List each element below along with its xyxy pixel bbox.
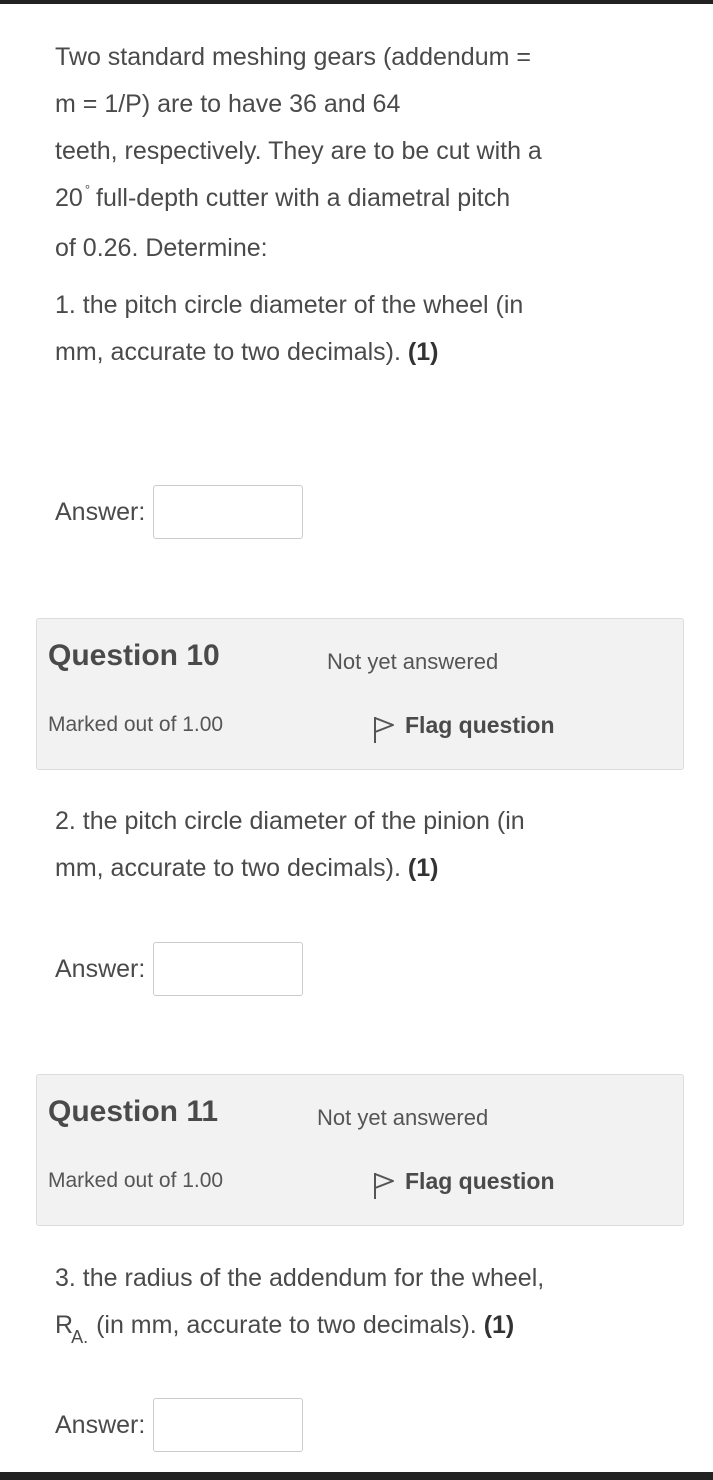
marks-value: (1) — [407, 854, 439, 882]
part-text-line: (in mm, accurate to two decimals). — [96, 1311, 477, 1339]
intro-line: 20 ° full-depth cutter with a diametral pi… — [55, 175, 670, 225]
variable-subscript: A. — [71, 1327, 89, 1347]
marks-value: (1) — [407, 338, 439, 366]
answer-label: Answer: — [55, 1410, 146, 1439]
flag-question-label: Flag question — [405, 1167, 555, 1194]
question-grade: Marked out of 1.00 — [48, 1169, 224, 1192]
part-text: mm, accurate to two decimals). (1) — [55, 329, 670, 376]
answer-input-2[interactable] — [153, 942, 304, 996]
question-part-3: 3. the radius of the addendum for the wh… — [55, 1255, 670, 1351]
intro-line: of 0.26. Determine: — [55, 234, 268, 262]
question-info-11: Question 11 Not yet answered Marked out … — [36, 1074, 684, 1226]
answer-label: Answer: — [55, 497, 146, 526]
intro-line: m = 1/P) are to have 36 and 64 — [55, 90, 401, 118]
question-state: Not yet answered — [317, 1105, 489, 1130]
flag-question-label: Flag question — [405, 711, 555, 738]
answer-row-2: Answer: — [55, 941, 304, 997]
question-part-1: 1. the pitch circle diameter of the whee… — [55, 282, 670, 376]
question-number: Question 10 — [48, 639, 220, 672]
question-intro: Two standard meshing gears (addendum = m… — [55, 34, 670, 272]
marks-value: (1) — [483, 1311, 515, 1339]
part-text-line: mm, accurate to two decimals). — [55, 854, 401, 882]
part-text: RA. (in mm, accurate to two decimals). (1… — [55, 1302, 670, 1351]
part-text: 2. the pitch circle diameter of the pini… — [55, 807, 525, 835]
top-bar — [0, 0, 713, 4]
answer-row-3: Answer: — [55, 1397, 304, 1453]
question-grade: Marked out of 1.00 — [48, 713, 224, 736]
answer-row-1: Answer: — [55, 484, 304, 540]
flag-question-button[interactable]: Flag question — [371, 1165, 555, 1199]
flag-outline-icon — [374, 1173, 394, 1199]
angle-value: 20 — [55, 184, 83, 212]
part-text-line: mm, accurate to two decimals). — [55, 338, 401, 366]
question-number: Question 11 — [48, 1095, 219, 1128]
part-text: mm, accurate to two decimals). (1) — [55, 845, 670, 892]
answer-label: Answer: — [55, 954, 146, 983]
question-state: Not yet answered — [327, 649, 499, 674]
flag-question-button[interactable]: Flag question — [371, 709, 555, 743]
intro-line: teeth, respectively. They are to be cut … — [55, 137, 542, 165]
flag-outline-icon — [374, 717, 394, 743]
answer-input-1[interactable] — [153, 485, 304, 539]
degree-symbol: ° — [84, 182, 91, 197]
intro-line-text: full-depth cutter with a diametral pitch — [96, 184, 511, 212]
answer-input-3[interactable] — [153, 1398, 304, 1452]
bottom-bar — [0, 1472, 713, 1480]
question-part-2: 2. the pitch circle diameter of the pini… — [55, 798, 670, 892]
intro-line: Two standard meshing gears (addendum = — [55, 43, 531, 71]
question-info-10: Question 10 Not yet answered Marked out … — [36, 618, 684, 770]
part-text: 3. the radius of the addendum for the wh… — [55, 1264, 545, 1292]
part-text: 1. the pitch circle diameter of the whee… — [55, 291, 524, 319]
